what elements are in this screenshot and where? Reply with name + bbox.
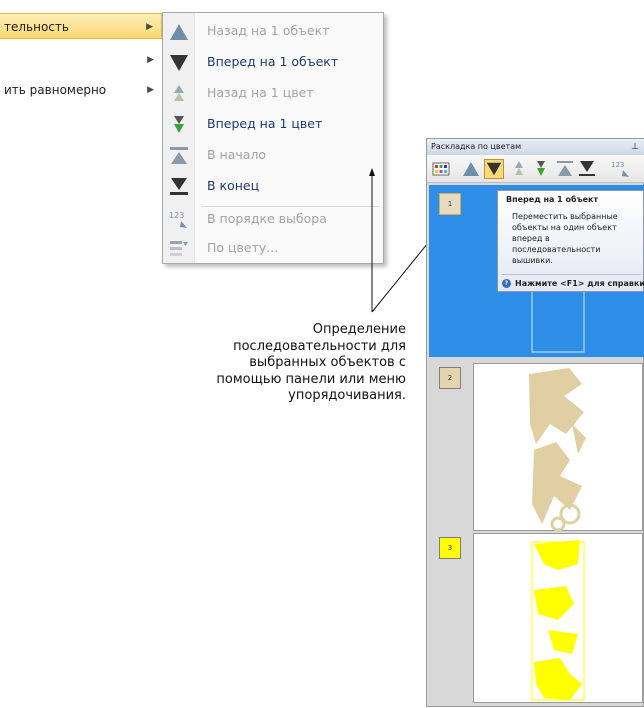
pin-icon[interactable]: ⊥ xyxy=(631,139,639,155)
toolbar-tooltip: Вперед на 1 объект Переместить выбранные… xyxy=(497,190,644,292)
color-row[interactable]: 2 xyxy=(429,363,644,535)
tooltip-description: Переместить выбранные объекты на один об… xyxy=(512,212,618,265)
callout-line: упорядочивания. xyxy=(288,388,406,403)
palette-icon[interactable] xyxy=(431,159,451,179)
stitch-preview xyxy=(531,540,585,701)
callout-line: последовательности для xyxy=(233,338,406,354)
row-number: 1 xyxy=(447,200,453,208)
tooltip-help-row: ? Нажмите <F1> для справки xyxy=(502,279,644,288)
tooltip-title: Вперед на 1 объект xyxy=(506,195,599,204)
docker-toolbar: 123 xyxy=(427,155,644,183)
stitch-preview xyxy=(529,368,586,532)
triangle-up-icon[interactable] xyxy=(461,159,481,179)
color-swatch[interactable]: 1 xyxy=(439,193,461,215)
tooltip-divider xyxy=(502,274,642,275)
color-swatch[interactable]: 3 xyxy=(439,537,461,559)
row-number: 3 xyxy=(447,544,453,552)
triangle-down-icon xyxy=(486,162,502,176)
callout-text: Определение последовательности для выбра… xyxy=(138,322,406,405)
color-swatch[interactable]: 2 xyxy=(439,367,461,389)
callout-line: выбранных объектов с xyxy=(249,355,406,370)
color-row[interactable]: 3 xyxy=(429,533,644,706)
forward-one-object-button[interactable] xyxy=(484,159,504,179)
docker-title: Раскладка по цветам xyxy=(431,142,522,151)
tooltip-help-text: Нажмите <F1> для справки xyxy=(515,279,644,288)
to-end-icon[interactable] xyxy=(577,159,597,179)
svg-text:123: 123 xyxy=(611,161,624,169)
help-icon: ? xyxy=(502,279,511,288)
selection-order-icon[interactable]: 123 xyxy=(611,159,631,179)
design-thumbnail xyxy=(473,363,643,532)
callout-line: помощью панели или меню xyxy=(216,371,406,387)
docker-title-bar[interactable]: Раскладка по цветам ⊥ xyxy=(427,139,644,155)
to-start-icon[interactable] xyxy=(555,159,575,179)
color-down-icon[interactable] xyxy=(531,159,551,179)
design-thumbnail xyxy=(473,533,643,703)
color-up-icon[interactable] xyxy=(509,159,529,179)
row-number: 2 xyxy=(447,374,453,382)
callout-line: Определение xyxy=(312,322,406,337)
